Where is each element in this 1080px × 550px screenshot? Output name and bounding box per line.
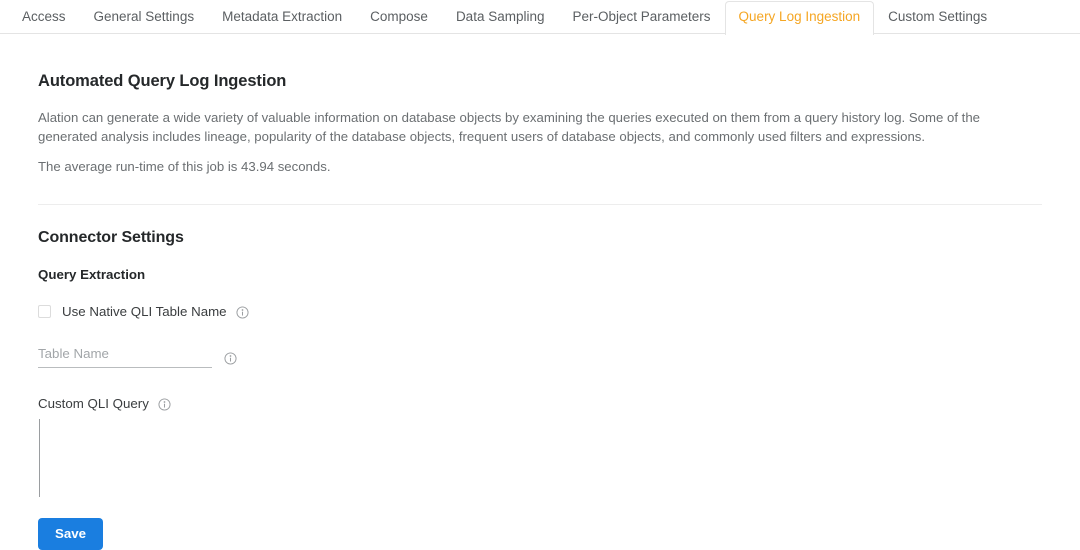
query-extraction-heading: Query Extraction bbox=[38, 267, 146, 282]
table-name-input[interactable] bbox=[38, 346, 212, 368]
query-log-ingestion-panel: Automated Query Log Ingestion Alation ca… bbox=[0, 72, 1080, 550]
tab-data-sampling[interactable]: Data Sampling bbox=[442, 1, 559, 34]
info-circle-icon[interactable] bbox=[236, 306, 249, 319]
tab-access[interactable]: Access bbox=[8, 1, 80, 34]
custom-qli-query-editor[interactable] bbox=[39, 419, 1039, 497]
connector-settings-heading: Connector Settings bbox=[38, 229, 184, 246]
save-button[interactable]: Save bbox=[38, 518, 104, 550]
table-name-row bbox=[38, 346, 1042, 368]
page-title: Automated Query Log Ingestion bbox=[38, 72, 287, 90]
use-native-qli-table-name-checkbox[interactable] bbox=[38, 305, 51, 318]
info-circle-icon[interactable] bbox=[158, 398, 171, 411]
tab-custom-settings[interactable]: Custom Settings bbox=[874, 1, 1001, 34]
custom-qli-query-label: Custom QLI Query bbox=[38, 396, 149, 411]
tab-general-settings[interactable]: General Settings bbox=[80, 1, 209, 34]
tab-metadata-extraction[interactable]: Metadata Extraction bbox=[208, 1, 356, 34]
tab-query-log-ingestion[interactable]: Query Log Ingestion bbox=[724, 1, 875, 35]
use-native-qli-table-name-row: Use Native QLI Table Name bbox=[38, 304, 1042, 319]
tab-per-object-parameters[interactable]: Per-Object Parameters bbox=[559, 1, 725, 34]
section-divider bbox=[38, 204, 1042, 205]
custom-qli-query-label-row: Custom QLI Query bbox=[38, 396, 1042, 411]
use-native-qli-table-name-label: Use Native QLI Table Name bbox=[62, 304, 227, 319]
info-circle-icon[interactable] bbox=[224, 352, 237, 365]
average-runtime-text: The average run-time of this job is 43.9… bbox=[38, 159, 331, 174]
settings-tab-bar: Access General Settings Metadata Extract… bbox=[0, 0, 1080, 35]
intro-paragraph: Alation can generate a wide variety of v… bbox=[38, 110, 980, 144]
tab-compose[interactable]: Compose bbox=[356, 1, 442, 34]
